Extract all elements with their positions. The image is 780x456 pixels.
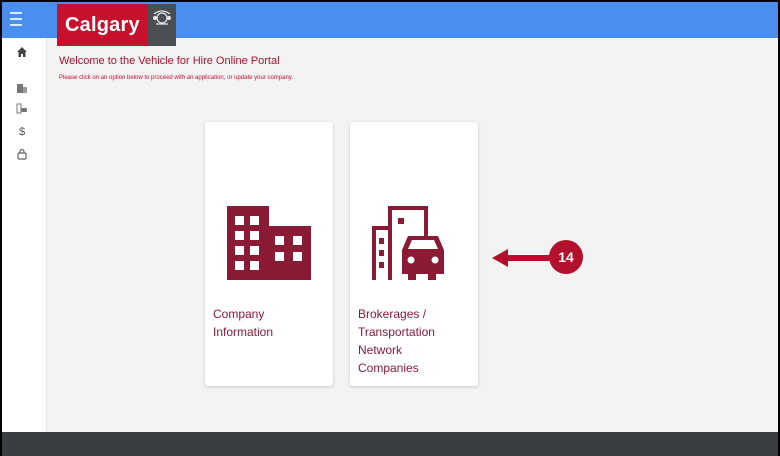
city-car-icon [350,204,478,284]
company-information-card[interactable]: Company Information [205,122,333,386]
city-car-icon[interactable] [14,100,30,116]
card-label: Company Information [213,307,274,339]
page-title: Welcome to the Vehicle for Hire Online P… [59,55,280,67]
crest-icon [147,4,176,46]
building-icon [205,204,333,284]
calgary-logo[interactable]: Calgary [57,4,176,46]
sidebar: $ [2,38,47,432]
dollar-icon[interactable]: $ [14,124,30,140]
app-window: Calgary $ Welcome to the Vehicle for Hir… [0,0,780,456]
footer [2,432,778,456]
card-label: Brokerages / Transportation Network Comp… [358,307,435,375]
instruction-text: Please click on an option below to proce… [59,75,294,81]
brokerages-tnc-card[interactable]: Brokerages / Transportation Network Comp… [350,122,478,386]
step-number: 14 [558,249,574,265]
lock-icon[interactable] [14,146,30,162]
logo-text: Calgary [57,4,148,46]
step-callout: 14 [492,240,592,276]
building-icon[interactable] [14,80,30,96]
home-icon[interactable] [14,44,30,60]
hamburger-icon[interactable] [10,12,22,26]
